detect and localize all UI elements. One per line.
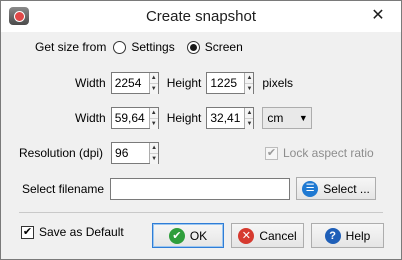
chevron-down-icon: ▼ bbox=[298, 113, 308, 123]
unit-select[interactable]: cm ▼ bbox=[262, 107, 313, 129]
list-icon: ☰ bbox=[302, 180, 319, 197]
cancel-button-label: Cancel bbox=[259, 228, 297, 243]
create-snapshot-dialog: Create snapshot ✕ Get size from Settings… bbox=[0, 0, 402, 260]
physical-height-input[interactable] bbox=[207, 108, 245, 128]
spin-down-icon[interactable]: ▼ bbox=[150, 153, 159, 164]
spin-up-icon[interactable]: ▲ bbox=[149, 73, 158, 83]
pixel-height-label: Height bbox=[166, 76, 202, 90]
size-source-label: Get size from bbox=[35, 40, 107, 54]
save-default-row: ✔ Save as Default bbox=[21, 225, 124, 239]
lock-aspect-label: Lock aspect ratio bbox=[283, 146, 374, 160]
physical-size-row: Width ▲▼ Height ▲▼ cm ▼ bbox=[75, 107, 313, 129]
spin-up-icon[interactable]: ▲ bbox=[245, 73, 254, 83]
cancel-button[interactable]: ✕ Cancel bbox=[231, 223, 304, 248]
pixel-size-row: Width ▲▼ Height ▲▼ pixels bbox=[75, 72, 293, 94]
resolution-row: Resolution (dpi) ▲▼ bbox=[19, 142, 160, 164]
close-icon[interactable]: ✕ bbox=[355, 1, 401, 31]
separator bbox=[19, 212, 383, 213]
spin-down-icon[interactable]: ▼ bbox=[245, 83, 254, 94]
radio-screen-label[interactable]: Screen bbox=[205, 40, 243, 54]
select-file-button[interactable]: ☰ Select ... bbox=[296, 177, 377, 200]
filename-input[interactable] bbox=[110, 177, 291, 200]
pixel-width-label: Width bbox=[75, 76, 106, 90]
unit-select-value: cm bbox=[267, 111, 284, 125]
ok-button[interactable]: ✔ OK bbox=[152, 223, 224, 248]
spin-down-icon[interactable]: ▼ bbox=[149, 118, 158, 129]
lock-aspect-row: ✔ Lock aspect ratio bbox=[265, 146, 374, 160]
resolution-spinner[interactable]: ▲▼ bbox=[111, 142, 160, 164]
radio-settings-label[interactable]: Settings bbox=[131, 40, 174, 54]
select-file-button-label: Select ... bbox=[323, 181, 370, 196]
physical-height-label: Height bbox=[166, 111, 202, 125]
spin-up-icon[interactable]: ▲ bbox=[149, 108, 158, 118]
filename-label: Select filename bbox=[22, 181, 105, 196]
physical-width-input[interactable] bbox=[111, 108, 149, 128]
window-title: Create snapshot bbox=[145, 8, 257, 25]
question-icon: ? bbox=[324, 227, 341, 244]
title-bar[interactable]: Create snapshot ✕ bbox=[1, 1, 401, 32]
spin-down-icon[interactable]: ▼ bbox=[149, 83, 158, 94]
help-button[interactable]: ? Help bbox=[311, 223, 384, 248]
save-default-checkbox[interactable]: ✔ bbox=[21, 225, 34, 239]
physical-height-spinner[interactable]: ▲▼ bbox=[206, 107, 255, 129]
help-button-label: Help bbox=[345, 228, 371, 243]
lock-aspect-checkbox[interactable]: ✔ bbox=[265, 146, 278, 160]
resolution-label: Resolution (dpi) bbox=[19, 146, 104, 160]
pixel-unit-label: pixels bbox=[262, 76, 294, 90]
spin-down-icon[interactable]: ▼ bbox=[245, 118, 254, 129]
x-icon: ✕ bbox=[238, 227, 255, 244]
size-source-row: Get size from Settings Screen bbox=[35, 40, 243, 54]
pixel-height-input[interactable] bbox=[207, 73, 245, 93]
filename-row: Select filename ☰ Select ... bbox=[22, 177, 377, 200]
dialog-body: Get size from Settings Screen Width ▲▼ H… bbox=[9, 32, 394, 255]
pixel-width-input[interactable] bbox=[111, 73, 149, 93]
resolution-input[interactable] bbox=[112, 143, 150, 163]
spin-up-icon[interactable]: ▲ bbox=[150, 143, 159, 153]
check-icon: ✔ bbox=[168, 227, 185, 244]
radio-settings[interactable] bbox=[113, 40, 127, 54]
physical-width-label: Width bbox=[75, 111, 106, 125]
physical-width-spinner[interactable]: ▲▼ bbox=[110, 107, 159, 129]
pixel-width-spinner[interactable]: ▲▼ bbox=[110, 72, 159, 94]
radio-screen[interactable] bbox=[186, 40, 200, 54]
ok-button-label: OK bbox=[189, 228, 208, 243]
spin-up-icon[interactable]: ▲ bbox=[245, 108, 254, 118]
pixel-height-spinner[interactable]: ▲▼ bbox=[206, 72, 255, 94]
save-default-label[interactable]: Save as Default bbox=[39, 225, 124, 239]
